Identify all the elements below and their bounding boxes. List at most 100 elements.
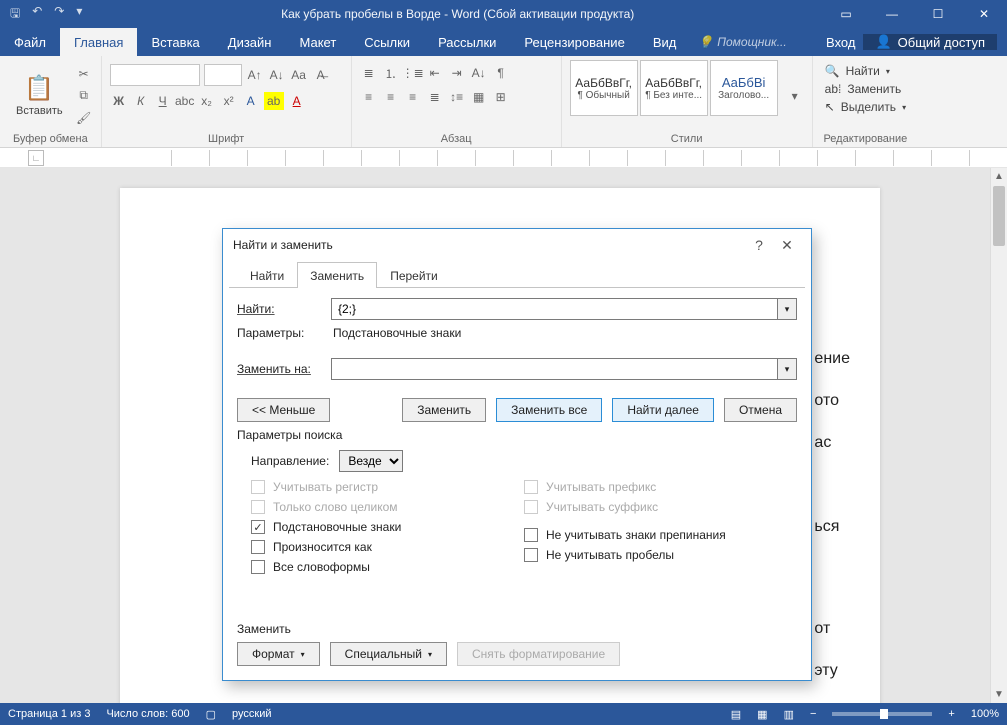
minimize-icon[interactable]: — — [869, 0, 915, 28]
direction-select[interactable]: Везде — [339, 450, 403, 472]
find-next-button[interactable]: Найти далее — [612, 398, 714, 422]
dialog-close-icon[interactable]: ✕ — [773, 237, 801, 254]
styles-gallery[interactable]: АаБбВвГг, ¶ Обычный АаБбВвГг, ¶ Без инте… — [570, 60, 778, 131]
style-normal[interactable]: АаБбВвГг, ¶ Обычный — [570, 60, 638, 116]
cut-icon[interactable]: ✂ — [75, 65, 93, 83]
styles-more-icon[interactable]: ▾ — [786, 87, 804, 105]
grow-font-icon[interactable]: A↑ — [246, 66, 264, 84]
find-button[interactable]: 🔍 Найти ▾ — [825, 64, 906, 78]
replace-one-button[interactable]: Заменить — [402, 398, 486, 422]
share-button[interactable]: 👤 Общий доступ — [863, 34, 997, 50]
borders-icon[interactable]: ⊞ — [492, 88, 510, 106]
dialog-titlebar[interactable]: Найти и заменить ? ✕ — [223, 229, 811, 261]
view-print-icon[interactable]: ▦ — [757, 708, 767, 721]
cancel-button[interactable]: Отмена — [724, 398, 797, 422]
strike-icon[interactable]: abc — [176, 92, 194, 110]
chk-wildcards[interactable]: ✓Подстановочные знаки — [251, 520, 524, 534]
replace-dropdown-icon[interactable]: ▾ — [777, 358, 797, 380]
highlight-icon[interactable]: ab — [264, 92, 284, 110]
maximize-icon[interactable]: ☐ — [915, 0, 961, 28]
shrink-font-icon[interactable]: A↓ — [268, 66, 286, 84]
sort-icon[interactable]: A↓ — [470, 64, 488, 82]
ruler[interactable]: ∟ — [0, 148, 1007, 168]
replace-all-button[interactable]: Заменить все — [496, 398, 602, 422]
tab-view[interactable]: Вид — [639, 28, 691, 56]
tab-review[interactable]: Рецензирование — [510, 28, 638, 56]
paste-button[interactable]: 📋 Вставить — [8, 60, 71, 131]
scroll-up-icon[interactable]: ▲ — [991, 168, 1007, 185]
numbering-icon[interactable]: ⒈ — [382, 64, 400, 82]
change-case-icon[interactable]: Aa — [290, 66, 308, 84]
format-painter-icon[interactable]: 🖌 — [75, 109, 93, 127]
zoom-in-icon[interactable]: + — [948, 708, 954, 720]
view-read-icon[interactable]: ▤ — [731, 708, 741, 721]
text-effects-icon[interactable]: A — [242, 92, 260, 110]
undo-icon[interactable]: ↶ — [32, 4, 42, 25]
save-icon[interactable]: 🖫 — [10, 4, 20, 25]
decrease-indent-icon[interactable]: ⇤ — [426, 64, 444, 82]
zoom-value[interactable]: 100% — [971, 708, 999, 720]
increase-indent-icon[interactable]: ⇥ — [448, 64, 466, 82]
clear-format-icon[interactable]: A̶ — [312, 66, 330, 84]
style-heading1[interactable]: АаБбВі Заголово... — [710, 60, 778, 116]
show-marks-icon[interactable]: ¶ — [492, 64, 510, 82]
status-language[interactable]: русский — [232, 708, 271, 720]
underline-icon[interactable]: Ч — [154, 92, 172, 110]
tell-me[interactable]: 💡 Помощник... — [690, 28, 826, 56]
dtab-replace[interactable]: Заменить — [297, 262, 377, 288]
line-spacing-icon[interactable]: ↕≡ — [448, 88, 466, 106]
shading-icon[interactable]: ▦ — [470, 88, 488, 106]
justify-icon[interactable]: ≣ — [426, 88, 444, 106]
find-dropdown-icon[interactable]: ▾ — [777, 298, 797, 320]
format-button[interactable]: Формат▾ — [237, 642, 320, 666]
dtab-goto[interactable]: Перейти — [377, 262, 451, 288]
italic-icon[interactable]: К — [132, 92, 150, 110]
tab-layout[interactable]: Макет — [285, 28, 350, 56]
replace-input[interactable] — [331, 358, 777, 380]
zoom-out-icon[interactable]: − — [810, 708, 816, 720]
view-web-icon[interactable]: ▥ — [784, 708, 794, 721]
dtab-find[interactable]: Найти — [237, 262, 297, 288]
font-color-icon[interactable]: A — [288, 92, 306, 110]
less-button[interactable]: << Меньше — [237, 398, 330, 422]
status-words[interactable]: Число слов: 600 — [106, 708, 189, 720]
bullets-icon[interactable]: ≣ — [360, 64, 378, 82]
chk-all-forms[interactable]: Все словоформы — [251, 560, 524, 574]
dialog-help-icon[interactable]: ? — [745, 237, 773, 253]
ruler-track[interactable] — [134, 150, 1007, 166]
tab-home[interactable]: Главная — [60, 28, 137, 56]
font-name-combo[interactable] — [110, 64, 200, 86]
tab-insert[interactable]: Вставка — [137, 28, 213, 56]
chk-ignore-space[interactable]: Не учитывать пробелы — [524, 548, 797, 562]
scroll-down-icon[interactable]: ▼ — [991, 686, 1007, 703]
find-input[interactable] — [331, 298, 777, 320]
qat-more-icon[interactable]: ▾ — [76, 4, 82, 25]
redo-icon[interactable]: ↷ — [54, 4, 64, 25]
subscript-icon[interactable]: x₂ — [198, 92, 216, 110]
bold-icon[interactable]: Ж — [110, 92, 128, 110]
scroll-thumb[interactable] — [993, 186, 1005, 246]
special-button[interactable]: Специальный▾ — [330, 642, 447, 666]
select-button[interactable]: ↖ Выделить ▾ — [825, 100, 906, 114]
tab-mailings[interactable]: Рассылки — [424, 28, 510, 56]
close-icon[interactable]: ✕ — [961, 0, 1007, 28]
chk-sounds-like[interactable]: Произносится как — [251, 540, 524, 554]
tab-file[interactable]: Файл — [0, 28, 60, 56]
ribbon-options-icon[interactable]: ▭ — [823, 0, 869, 28]
copy-icon[interactable]: ⧉ — [75, 87, 93, 105]
chk-ignore-punct[interactable]: Не учитывать знаки препинания — [524, 528, 797, 542]
sign-in[interactable]: Вход — [826, 35, 855, 50]
style-no-spacing[interactable]: АаБбВвГг, ¶ Без инте... — [640, 60, 708, 116]
superscript-icon[interactable]: x² — [220, 92, 238, 110]
align-left-icon[interactable]: ≡ — [360, 88, 378, 106]
proofing-icon[interactable]: ▢ — [206, 708, 216, 721]
tab-selector[interactable]: ∟ — [28, 150, 44, 166]
multilevel-icon[interactable]: ⋮≣ — [404, 64, 422, 82]
tab-references[interactable]: Ссылки — [350, 28, 424, 56]
font-size-combo[interactable] — [204, 64, 242, 86]
zoom-slider[interactable] — [832, 712, 932, 716]
align-center-icon[interactable]: ≡ — [382, 88, 400, 106]
tab-design[interactable]: Дизайн — [214, 28, 286, 56]
status-page[interactable]: Страница 1 из 3 — [8, 708, 90, 720]
vertical-scrollbar[interactable]: ▲ ▼ — [990, 168, 1007, 703]
